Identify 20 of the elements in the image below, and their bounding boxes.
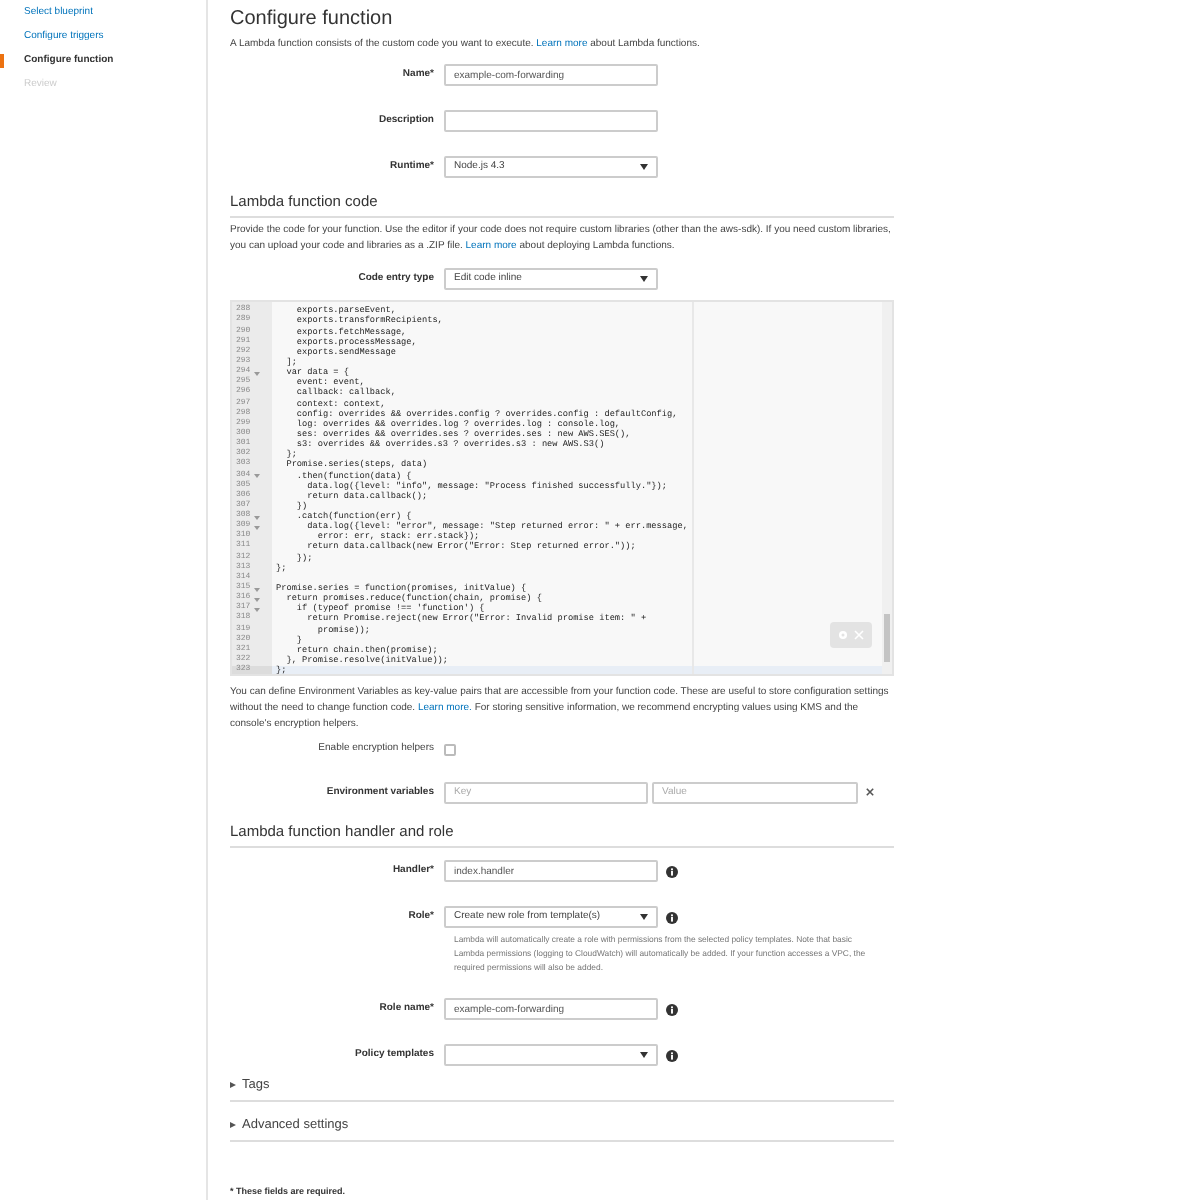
checkbox[interactable] <box>444 744 456 756</box>
remove-icon[interactable] <box>866 788 874 797</box>
caret-icon <box>640 1052 648 1058</box>
caret-icon <box>640 276 648 283</box>
info-icon <box>666 865 678 877</box>
text-field[interactable] <box>444 110 658 132</box>
info-icon <box>666 1003 678 1015</box>
fold-icon[interactable] <box>254 474 261 479</box>
caret-right-icon <box>230 1082 236 1089</box>
scrollbar[interactable] <box>882 302 892 675</box>
page-title: Configure function <box>230 6 395 34</box>
select-field[interactable] <box>444 1044 658 1066</box>
info-icon <box>666 1049 678 1061</box>
fold-icon[interactable] <box>254 371 261 376</box>
caret-icon <box>640 164 648 170</box>
caret-icon <box>640 914 648 920</box>
info-icon <box>666 911 678 923</box>
caret-right-icon <box>230 1122 236 1129</box>
code-editor[interactable] <box>230 300 894 677</box>
editor-tools[interactable] <box>830 622 872 649</box>
